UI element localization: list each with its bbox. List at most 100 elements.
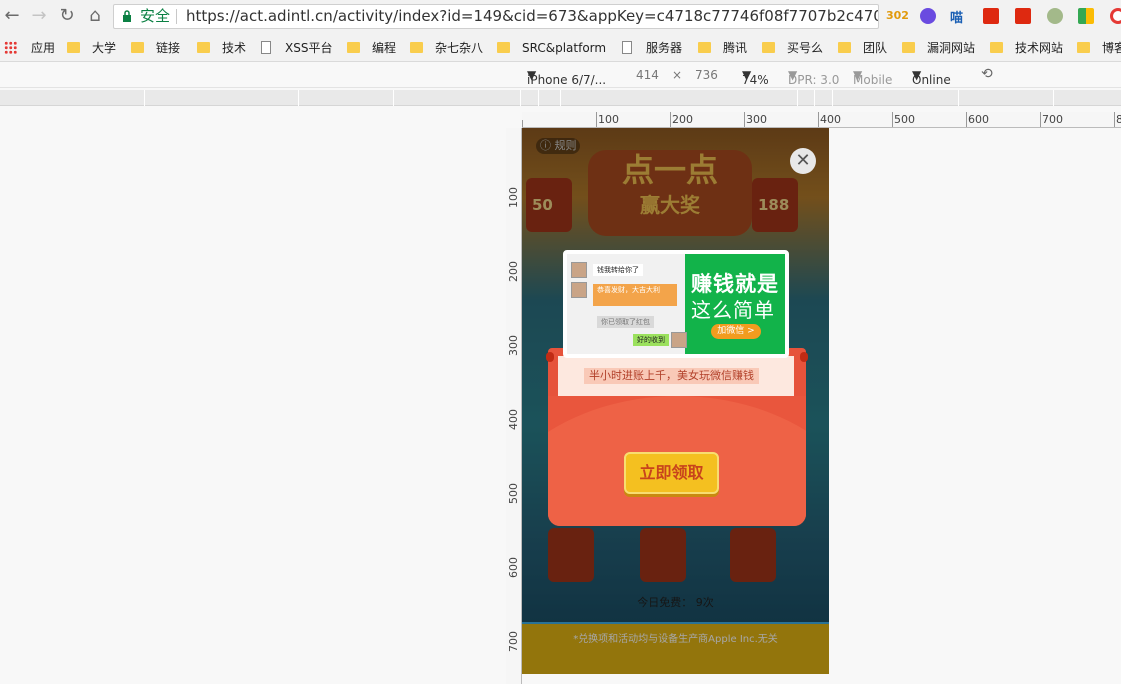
ruler-label: 200 — [507, 261, 520, 282]
device-toolbar: iPhone 6/7/... ▼ 414 × 736 74% ▼ DPR: 3.… — [0, 63, 1121, 88]
chat-illustration: 钱我转给你了 恭喜发财，大吉大利 你已领取了红包 好的收到 — [567, 254, 687, 354]
bookmark-item[interactable]: 杂七杂八 — [410, 39, 483, 57]
apps-grid-icon — [4, 41, 17, 54]
bookmark-label: 杂七杂八 — [435, 41, 484, 55]
bookmark-item[interactable]: 团队 — [838, 39, 887, 57]
envelope-pin-right — [800, 352, 808, 362]
forward-icon[interactable]: → — [29, 6, 49, 26]
bookmark-label: 链接 — [156, 41, 181, 55]
ruler-label: 100 — [507, 187, 520, 208]
folder-icon — [410, 42, 423, 53]
ruler-label: 300 — [746, 113, 767, 126]
folder-icon — [347, 42, 360, 53]
folder-icon — [698, 42, 711, 53]
home-icon[interactable]: ⌂ — [85, 6, 105, 26]
bookmark-item[interactable]: XSS平台 — [261, 39, 332, 57]
ruler-label: 8 — [1116, 113, 1121, 126]
bookmark-item[interactable]: 技术网站 — [990, 39, 1063, 57]
extension-icon-2[interactable]: 喵 — [950, 7, 963, 26]
ruler-label: 500 — [507, 483, 520, 504]
address-bar[interactable]: 安全 https://act.adintl.cn/activity/index?… — [113, 4, 879, 29]
bookmark-label: 腾讯 — [723, 41, 748, 55]
ad-slogan: 半小时进账上千，美女玩微信赚钱 — [584, 368, 759, 384]
bookmarks-bar: 应用 大学 链接 技术 XSS平台 编程 杂七杂八 SRC&platform 服… — [0, 34, 1121, 62]
ruler-label: 500 — [894, 113, 915, 126]
network-value: Online — [912, 73, 951, 87]
back-icon[interactable]: ← — [2, 6, 22, 26]
add-wechat-button[interactable]: 加微信 > — [711, 324, 761, 339]
secure-label: 安全 — [140, 7, 171, 25]
bookmark-label: 应用 — [31, 41, 56, 55]
ruler-label: 200 — [672, 113, 693, 126]
bookmark-item[interactable]: SRC&platform — [497, 39, 606, 57]
ad-banner[interactable]: 钱我转给你了 恭喜发财，大吉大利 你已领取了红包 好的收到 赚钱就是 这么简单 … — [563, 250, 789, 358]
bookmark-label: 技术 — [222, 41, 247, 55]
bookmark-label: 团队 — [863, 41, 888, 55]
extension-icon-3[interactable] — [1047, 8, 1063, 24]
bookmark-item[interactable]: 博客 — [1077, 39, 1121, 57]
vertical-ruler: 100 200 300 400 500 600 700 — [506, 128, 522, 684]
flag-extension-icon-1[interactable] — [983, 8, 999, 24]
avatar — [571, 262, 587, 278]
omnibox-divider — [176, 9, 177, 24]
ruler-label: 600 — [968, 113, 989, 126]
zoom-value: 74% — [742, 73, 769, 87]
chat-bubble: 你已领取了红包 — [597, 316, 654, 328]
bookmark-label: SRC&platform — [522, 41, 607, 55]
ruler-label: 100 — [598, 113, 619, 126]
folder-icon — [990, 42, 1003, 53]
bookmark-label: 服务器 — [646, 41, 683, 55]
folder-icon — [197, 42, 210, 53]
dpr-select[interactable]: DPR: 3.0 ▼ — [788, 68, 839, 87]
claim-now-button[interactable]: 立即领取 — [624, 452, 719, 494]
bookmark-item[interactable]: 漏洞网站 — [902, 39, 975, 57]
redirect-extension-badge[interactable]: 302 — [886, 9, 909, 22]
ruler-label: 300 — [507, 335, 520, 356]
rotate-icon[interactable]: ⟲ — [981, 66, 993, 82]
bookmark-apps[interactable]: 应用 — [4, 39, 55, 57]
url-text[interactable]: https://act.adintl.cn/activity/index?id=… — [186, 5, 878, 28]
bookmark-item[interactable]: 买号么 — [762, 39, 823, 57]
bookmark-item[interactable]: 大学 — [67, 39, 116, 57]
reload-icon[interactable]: ↻ — [57, 6, 77, 26]
mode-value: Mobile — [853, 73, 893, 87]
folder-icon — [497, 42, 510, 53]
envelope-pin-left — [546, 352, 554, 362]
mode-select[interactable]: Mobile ▼ — [853, 68, 892, 87]
extension-icon-4[interactable] — [1078, 8, 1094, 24]
bookmark-label: 博客 — [1102, 41, 1121, 55]
device-select[interactable]: iPhone 6/7/... ▼ — [527, 68, 606, 87]
folder-icon — [67, 42, 80, 53]
device-viewport: ⓘ 规则 点一点 赢大奖 50 188 今日免费： 9次 *兑换项和活动均与设备… — [522, 128, 829, 674]
height-input[interactable]: 736 — [695, 68, 718, 82]
horizontal-ruler: 100 200 300 400 500 600 700 8 — [522, 112, 1121, 128]
folder-icon — [1077, 42, 1090, 53]
extension-icon-1[interactable] — [920, 8, 936, 24]
ad-popup[interactable]: 钱我转给你了 恭喜发财，大吉大利 你已领取了红包 好的收到 赚钱就是 这么简单 … — [546, 248, 808, 526]
bookmark-item[interactable]: 编程 — [347, 39, 396, 57]
bookmark-item[interactable]: 链接 — [131, 39, 180, 57]
zoom-select[interactable]: 74% ▼ — [742, 68, 769, 87]
device-name: iPhone 6/7/... — [527, 73, 607, 87]
flag-extension-icon-2[interactable] — [1015, 8, 1031, 24]
dimension-times: × — [672, 68, 683, 82]
dpr-value: DPR: 3.0 — [788, 73, 840, 87]
media-query-bar — [0, 90, 1121, 106]
bookmark-item[interactable]: 技术 — [197, 39, 246, 57]
page-icon — [622, 41, 632, 54]
bookmark-item[interactable]: 服务器 — [622, 39, 682, 57]
browser-toolbar: ← → ↻ ⌂ 安全 https://act.adintl.cn/activit… — [0, 0, 1121, 34]
width-input[interactable]: 414 — [636, 68, 659, 82]
page-icon — [261, 41, 271, 54]
network-select[interactable]: Online ▼ — [912, 68, 951, 87]
close-popup-button[interactable]: ✕ — [790, 148, 816, 174]
bookmark-item[interactable]: 腾讯 — [698, 39, 747, 57]
banner-subtitle: 这么简单 — [691, 298, 775, 322]
folder-icon — [131, 42, 144, 53]
opera-extension-icon[interactable] — [1110, 8, 1121, 24]
ruler-label: 700 — [507, 631, 520, 652]
ruler-label: 400 — [507, 409, 520, 430]
bookmark-label: XSS平台 — [285, 41, 333, 55]
lock-icon — [123, 10, 131, 22]
ruler-label: 600 — [507, 557, 520, 578]
